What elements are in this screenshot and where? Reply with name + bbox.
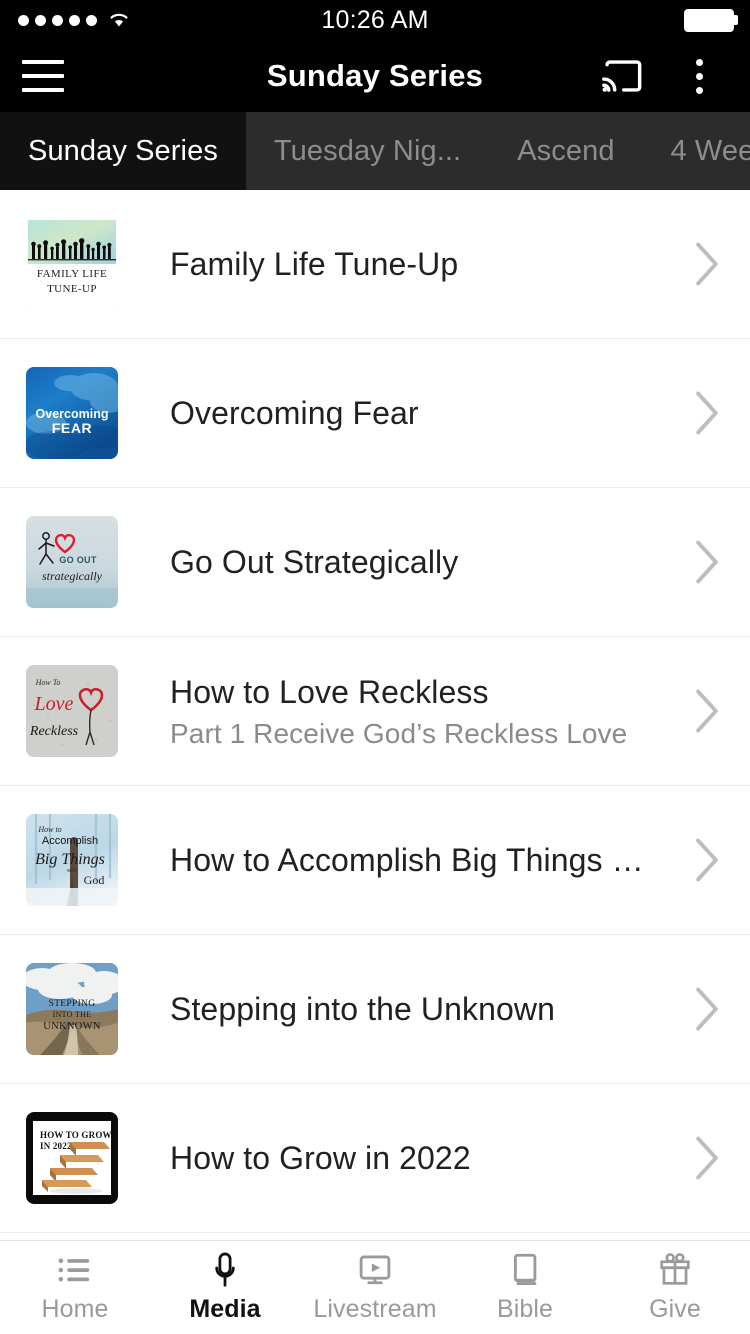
- chevron-right-icon[interactable]: [678, 688, 750, 734]
- navigation-bar: Sunday Series: [0, 40, 750, 112]
- bottom-nav-bible[interactable]: Bible: [450, 1241, 600, 1334]
- book-icon: [510, 1251, 540, 1289]
- list-item-title: How to Grow in 2022: [170, 1140, 471, 1176]
- list-item-text: Go Out Strategically: [118, 542, 678, 582]
- bottom-navigation-bar: Home Media Livestream Bible Give: [0, 1240, 750, 1334]
- list-item[interactable]: HOW TO GROW IN 2022 How to Grow in 2022: [0, 1084, 750, 1233]
- svg-text:Accomplish: Accomplish: [42, 835, 98, 847]
- status-bar: 10:26 AM: [0, 0, 750, 40]
- list-item-text: Family Life Tune-Up: [118, 244, 678, 284]
- list-item[interactable]: FAMILY LIFE TUNE-UP Family Life Tune-Up: [0, 190, 750, 339]
- thumbnail-how-to-grow-in-2022: HOW TO GROW IN 2022: [26, 1112, 118, 1204]
- chevron-right-icon[interactable]: [678, 986, 750, 1032]
- list-item[interactable]: Overcoming FEAR Overcoming Fear: [0, 339, 750, 488]
- svg-text:Big Things: Big Things: [35, 851, 105, 868]
- svg-text:HOW TO GROW: HOW TO GROW: [40, 1130, 112, 1140]
- svg-text:God: God: [84, 873, 105, 887]
- list-item-text: How to Grow in 2022: [118, 1138, 678, 1178]
- chevron-right-icon[interactable]: [678, 837, 750, 883]
- series-tab-bar[interactable]: Sunday Series Tuesday Nig... Ascend 4 We…: [0, 112, 750, 190]
- svg-text:IN 2022: IN 2022: [40, 1141, 72, 1151]
- bottom-nav-give[interactable]: Give: [600, 1241, 750, 1334]
- bottom-nav-livestream[interactable]: Livestream: [300, 1241, 450, 1334]
- list-item-text: Stepping into the Unknown: [118, 989, 678, 1029]
- gift-icon: [659, 1251, 691, 1289]
- thumbnail-family-life-tune-up: FAMILY LIFE TUNE-UP: [26, 218, 118, 310]
- list-item-text: How to Accomplish Big Things with G...: [118, 840, 678, 880]
- list-item-title: Stepping into the Unknown: [170, 991, 555, 1027]
- chevron-right-icon[interactable]: [678, 241, 750, 287]
- list-item-title: How to Accomplish Big Things with G...: [170, 842, 666, 878]
- svg-text:with: with: [66, 868, 77, 874]
- svg-text:Overcoming: Overcoming: [36, 407, 109, 421]
- chevron-right-icon[interactable]: [678, 1135, 750, 1181]
- list-item-title: How to Love Reckless: [170, 673, 489, 710]
- cast-icon[interactable]: [588, 40, 658, 112]
- bottom-nav-label: Media: [189, 1295, 261, 1323]
- svg-text:How To: How To: [35, 678, 61, 687]
- list-item-title: Family Life Tune-Up: [170, 246, 459, 282]
- thumbnail-how-to-accomplish-big-things: How to Accomplish Big Things with God: [26, 814, 118, 906]
- list-item[interactable]: How To Love Reckless How to Love Reckles…: [0, 637, 750, 786]
- microphone-icon: [211, 1251, 239, 1289]
- app-screen: 10:26 AM Sunday Series Sunday Series Tue…: [0, 0, 750, 1334]
- list-item-title: Overcoming Fear: [170, 395, 419, 431]
- tab-ascend[interactable]: Ascend: [489, 112, 642, 190]
- svg-text:How to: How to: [37, 825, 61, 834]
- bottom-nav-label: Home: [41, 1295, 109, 1323]
- thumbnail-how-to-love-reckless: How To Love Reckless: [26, 665, 118, 757]
- list-item[interactable]: GO OUT strategically Go Out Strategicall…: [0, 488, 750, 637]
- list-item-title: Go Out Strategically: [170, 544, 459, 580]
- list-item-subtitle: Part 1 Receive God’s Reckless Love: [170, 717, 628, 749]
- svg-text:Love: Love: [34, 693, 74, 715]
- svg-text:GO OUT: GO OUT: [59, 555, 97, 565]
- thumbnail-overcoming-fear: Overcoming FEAR: [26, 367, 118, 459]
- series-list: FAMILY LIFE TUNE-UP Family Life Tune-Up: [0, 190, 750, 1240]
- list-item[interactable]: How to Accomplish Big Things with God Ho…: [0, 786, 750, 935]
- list-item-text: How to Love Reckless Part 1 Receive God’…: [118, 672, 678, 751]
- chevron-right-icon[interactable]: [678, 539, 750, 585]
- tab-sunday-series[interactable]: Sunday Series: [0, 112, 246, 190]
- list-item-text: Overcoming Fear: [118, 393, 678, 433]
- bottom-nav-label: Bible: [496, 1295, 554, 1323]
- svg-text:INTO THE: INTO THE: [53, 1010, 92, 1019]
- tab-tuesday-night[interactable]: Tuesday Nig...: [246, 112, 489, 190]
- hamburger-menu-icon[interactable]: [0, 40, 86, 112]
- status-bar-time: 10:26 AM: [321, 5, 429, 34]
- svg-text:FEAR: FEAR: [52, 420, 93, 436]
- overflow-menu-icon[interactable]: [664, 40, 734, 112]
- thumbnail-stepping-into-the-unknown: STEPPING INTO THE UNKNOWN: [26, 963, 118, 1055]
- tab-4-weeks-of-p[interactable]: 4 Weeks of P...: [643, 112, 750, 190]
- bottom-nav-label: Livestream: [313, 1295, 437, 1323]
- svg-text:TUNE-UP: TUNE-UP: [47, 283, 97, 295]
- svg-text:FAMILY LIFE: FAMILY LIFE: [37, 268, 107, 280]
- monitor-play-icon: [358, 1251, 392, 1289]
- svg-text:UNKNOWN: UNKNOWN: [43, 1021, 101, 1032]
- bottom-nav-home[interactable]: Home: [0, 1241, 150, 1334]
- list-item[interactable]: STEPPING INTO THE UNKNOWN Stepping into …: [0, 935, 750, 1084]
- svg-text:STEPPING: STEPPING: [49, 999, 96, 1009]
- thumbnail-go-out-strategically: GO OUT strategically: [26, 516, 118, 608]
- battery-full-icon: [684, 8, 734, 32]
- list-icon: [58, 1251, 92, 1289]
- svg-text:Reckless: Reckless: [29, 724, 79, 739]
- bottom-nav-label: Give: [649, 1295, 701, 1323]
- svg-text:strategically: strategically: [42, 569, 103, 583]
- chevron-right-icon[interactable]: [678, 390, 750, 436]
- navigation-bar-actions: [588, 40, 750, 112]
- bottom-nav-media[interactable]: Media: [150, 1241, 300, 1334]
